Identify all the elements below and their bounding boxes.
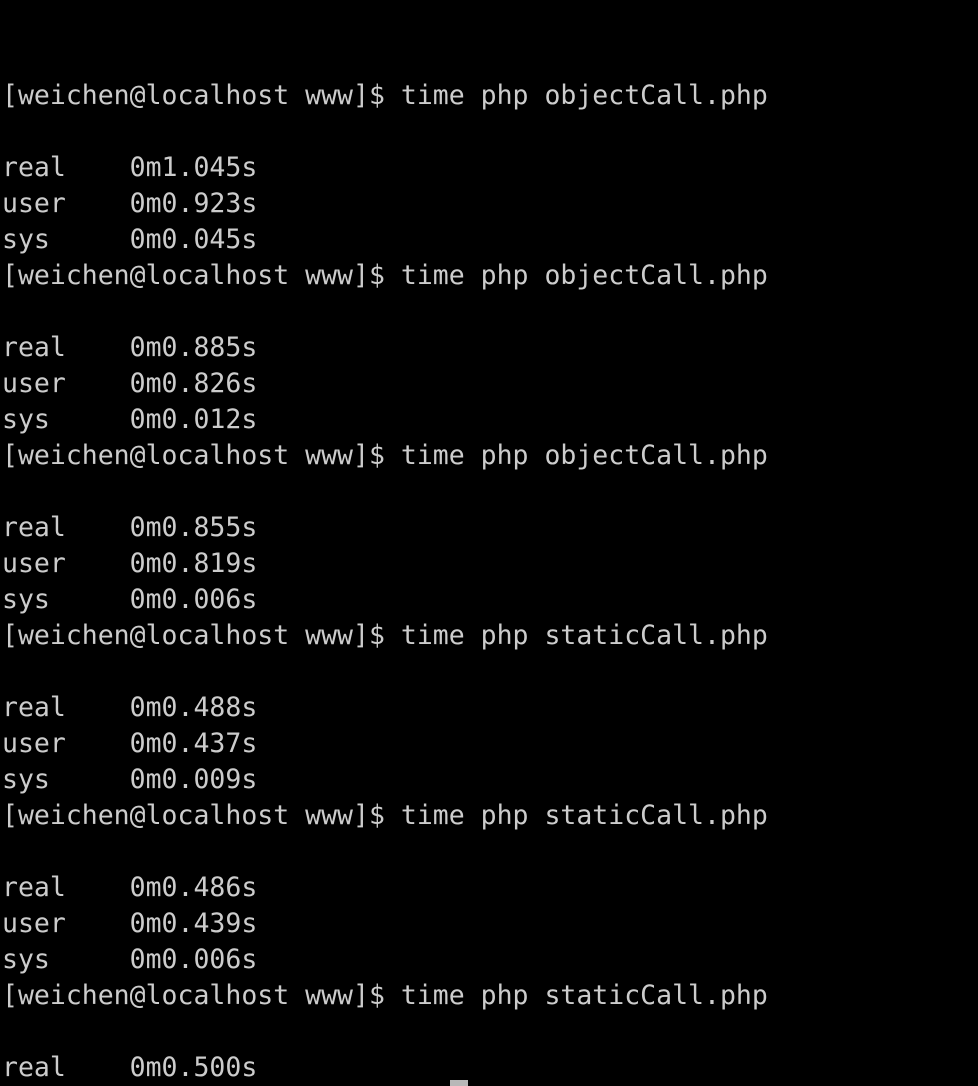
terminal-prompt-line: [weichen@localhost www]$ time php object…: [2, 78, 978, 114]
terminal-timing-line: sys 0m0.006s: [2, 582, 978, 618]
terminal-timing-line: real 0m0.885s: [2, 330, 978, 366]
terminal-line-text: [weichen@localhost www]$ time php static…: [2, 800, 768, 831]
terminal-blank-line: [2, 294, 978, 330]
terminal-line-text: sys 0m0.009s: [2, 764, 258, 795]
terminal-window[interactable]: [weichen@localhost www]$ time php object…: [0, 0, 978, 1086]
terminal-line-text: [2, 1016, 18, 1047]
terminal-prompt-line: [weichen@localhost www]$ time php static…: [2, 978, 978, 1014]
terminal-prompt-line: [weichen@localhost www]$ time php object…: [2, 438, 978, 474]
terminal-line-text: [2, 116, 18, 147]
terminal-line-text: [2, 656, 18, 687]
terminal-line-text: [2, 296, 18, 327]
terminal-line-text: [weichen@localhost www]$ time php static…: [2, 980, 768, 1011]
terminal-line-text: sys 0m0.012s: [2, 404, 258, 435]
terminal-line-text: [weichen@localhost www]$ time php object…: [2, 440, 768, 471]
terminal-timing-line: real 0m0.488s: [2, 690, 978, 726]
terminal-blank-line: [2, 654, 978, 690]
terminal-line-text: [weichen@localhost www]$ time php static…: [2, 620, 768, 651]
terminal-line-text: sys 0m0.045s: [2, 224, 258, 255]
terminal-timing-line: real 0m1.045s: [2, 150, 978, 186]
terminal-blank-line: [2, 1014, 978, 1050]
terminal-line-text: [weichen@localhost www]$ time php object…: [2, 260, 768, 291]
terminal-timing-line: user 0m0.923s: [2, 186, 978, 222]
terminal-line-text: sys 0m0.006s: [2, 584, 258, 615]
terminal-line-text: real 0m0.500s: [2, 1052, 258, 1083]
terminal-prompt-line: [weichen@localhost www]$ time php object…: [2, 258, 978, 294]
terminal-timing-line: user 0m0.826s: [2, 366, 978, 402]
terminal-line-text: [2, 476, 18, 507]
terminal-timing-line: real 0m0.486s: [2, 870, 978, 906]
terminal-line-text: real 0m0.488s: [2, 692, 258, 723]
terminal-line-text: real 0m1.045s: [2, 152, 258, 183]
terminal-prompt-line: [weichen@localhost www]$ time php static…: [2, 618, 978, 654]
terminal-timing-line: sys 0m0.009s: [2, 762, 978, 798]
terminal-line-text: real 0m0.885s: [2, 332, 258, 363]
terminal-line-text: user 0m0.819s: [2, 548, 258, 579]
terminal-timing-line: sys 0m0.006s: [2, 942, 978, 978]
terminal-blank-line: [2, 834, 978, 870]
terminal-blank-line: [2, 114, 978, 150]
terminal-line-text: [weichen@localhost www]$ time php object…: [2, 80, 768, 111]
terminal-prompt-line: [weichen@localhost www]$ time php static…: [2, 798, 978, 834]
terminal-timing-line: user 0m0.439s: [2, 906, 978, 942]
terminal-line-text: user 0m0.826s: [2, 368, 258, 399]
terminal-line-text: user 0m0.923s: [2, 188, 258, 219]
terminal-line-text: real 0m0.855s: [2, 512, 258, 543]
terminal-timing-line: sys 0m0.012s: [2, 402, 978, 438]
terminal-timing-line: user 0m0.437s: [2, 726, 978, 762]
terminal-timing-line: real 0m0.855s: [2, 510, 978, 546]
terminal-cursor: [450, 1080, 468, 1086]
terminal-timing-line: real 0m0.500s: [2, 1050, 978, 1086]
terminal-line-text: user 0m0.437s: [2, 728, 258, 759]
terminal-timing-line: user 0m0.819s: [2, 546, 978, 582]
terminal-output: [weichen@localhost www]$ time php object…: [2, 78, 978, 1086]
terminal-line-text: [2, 836, 18, 867]
terminal-line-text: user 0m0.439s: [2, 908, 258, 939]
terminal-line-text: real 0m0.486s: [2, 872, 258, 903]
terminal-timing-line: sys 0m0.045s: [2, 222, 978, 258]
terminal-line-text: sys 0m0.006s: [2, 944, 258, 975]
terminal-blank-line: [2, 474, 978, 510]
